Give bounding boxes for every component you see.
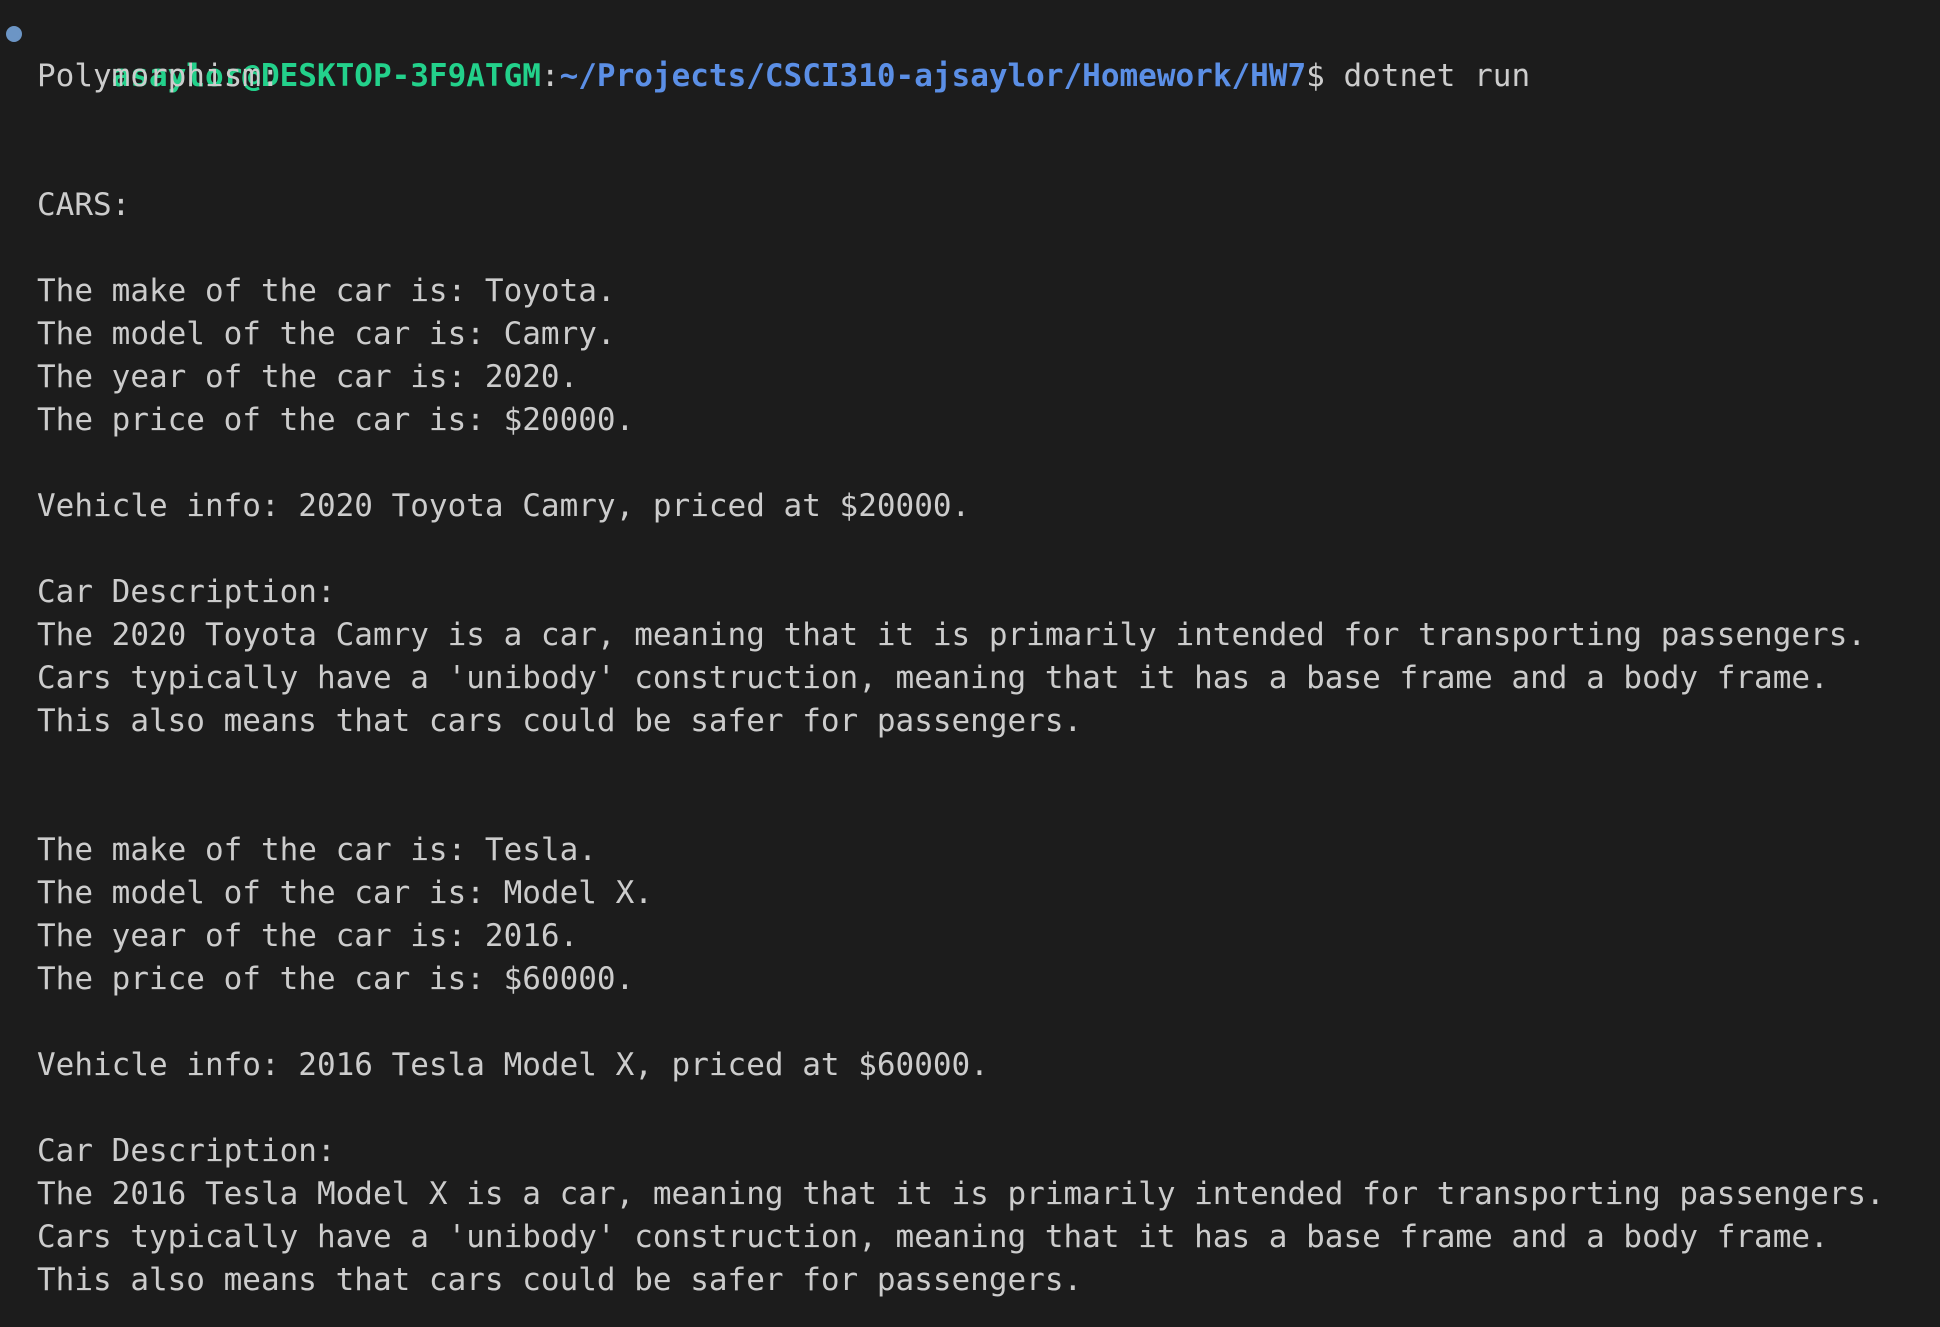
car-model-line: The model of the car is: Model X. (37, 875, 653, 911)
car-description-line: This also means that cars could be safer… (37, 703, 1083, 739)
output-header: Polymorphism: (37, 58, 280, 94)
vehicle-info-line: Vehicle info: 2016 Tesla Model X, priced… (37, 1047, 989, 1083)
car-year-line: The year of the car is: 2016. (37, 918, 579, 954)
car-block-1: The make of the car is: Toyota. The mode… (0, 270, 1940, 743)
vehicle-info-line: Vehicle info: 2020 Toyota Camry, priced … (37, 488, 971, 524)
car-price-line: The price of the car is: $60000. (37, 961, 635, 997)
car-make-line: The make of the car is: Toyota. (37, 273, 616, 309)
car-make-line: The make of the car is: Tesla. (37, 832, 597, 868)
car-description-title: Car Description: (37, 574, 336, 610)
terminal-panel[interactable]: asaylor@DESKTOP-3F9ATGM:~/Projects/CSCI3… (0, 0, 1940, 1327)
car-description-line: Cars typically have a 'unibody' construc… (37, 660, 1829, 696)
command-status-icon[interactable] (6, 26, 22, 42)
prompt-line: asaylor@DESKTOP-3F9ATGM:~/Projects/CSCI3… (0, 12, 1940, 94)
car-block-2: The make of the car is: Tesla. The model… (0, 829, 1940, 1302)
car-description-line: Cars typically have a 'unibody' construc… (37, 1219, 1829, 1255)
car-description-title: Car Description: (37, 1133, 336, 1169)
car-price-line: The price of the car is: $20000. (37, 402, 635, 438)
section-title: CARS: (37, 187, 131, 223)
car-year-line: The year of the car is: 2020. (37, 359, 579, 395)
car-description-line: The 2020 Toyota Camry is a car, meaning … (37, 617, 1867, 653)
car-model-line: The model of the car is: Camry. (37, 316, 616, 352)
car-description-line: This also means that cars could be safer… (37, 1262, 1083, 1298)
car-description-line: The 2016 Tesla Model X is a car, meaning… (37, 1176, 1885, 1212)
